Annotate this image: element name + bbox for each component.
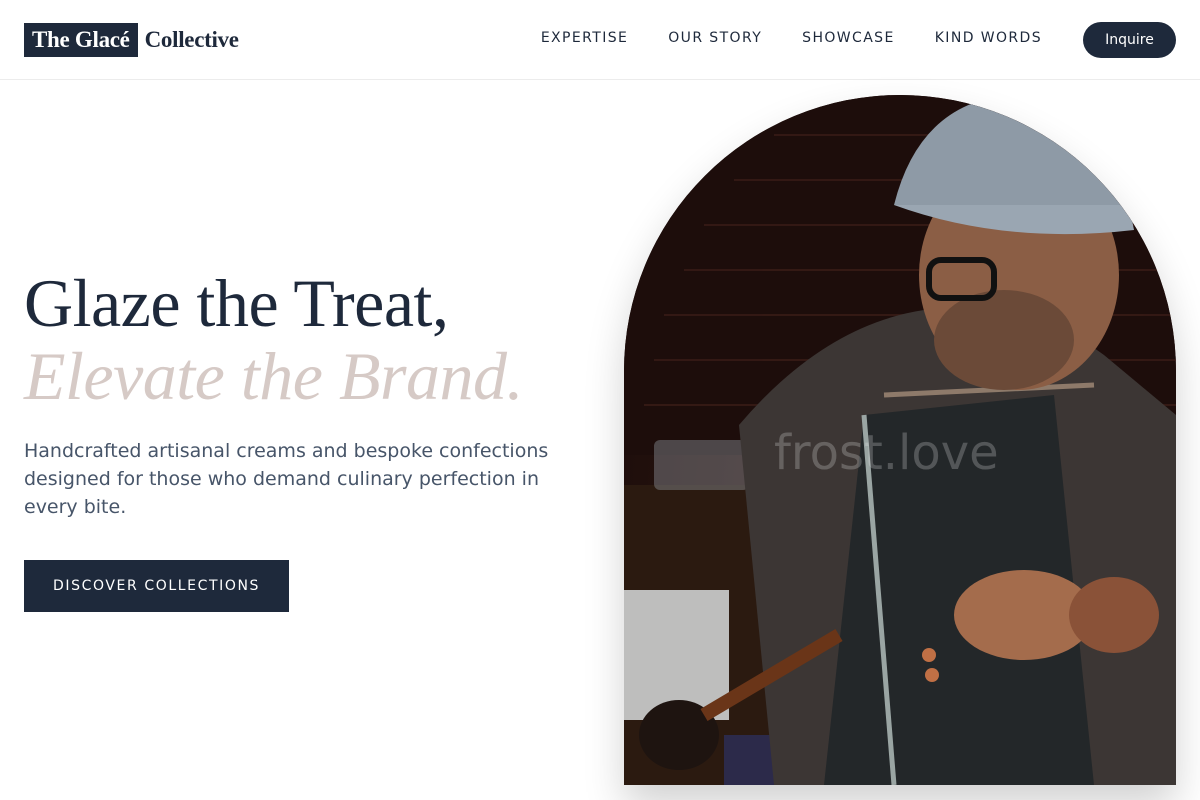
nav-link-showcase[interactable]: SHOWCASE bbox=[802, 30, 895, 46]
discover-collections-button[interactable]: DISCOVER COLLECTIONS bbox=[24, 560, 289, 612]
brand-logo-highlight: The Glacé bbox=[24, 23, 138, 57]
inquire-button[interactable]: Inquire bbox=[1083, 22, 1176, 58]
image-watermark: frost.love bbox=[774, 425, 999, 481]
hero-description: Handcrafted artisanal creams and bespoke… bbox=[24, 440, 549, 518]
hero-title: Glaze the Treat, Elevate the Brand. bbox=[24, 266, 604, 412]
site-header: The Glacé Collective EXPERTISE OUR STORY… bbox=[0, 0, 1200, 80]
brand-logo-text: Collective bbox=[144, 27, 239, 52]
nav-link-kind-words[interactable]: KIND WORDS bbox=[935, 30, 1042, 46]
hero-image: frost.love bbox=[624, 95, 1176, 785]
hero-title-line2: Elevate the Brand. bbox=[24, 338, 523, 414]
main-nav: EXPERTISE OUR STORY SHOWCASE KIND WORDS bbox=[541, 30, 1042, 46]
brand-logo[interactable]: The Glacé Collective bbox=[24, 23, 239, 57]
hero-title-line1: Glaze the Treat, bbox=[24, 265, 449, 341]
nav-link-our-story[interactable]: OUR STORY bbox=[668, 30, 762, 46]
nav-link-expertise[interactable]: EXPERTISE bbox=[541, 30, 628, 46]
